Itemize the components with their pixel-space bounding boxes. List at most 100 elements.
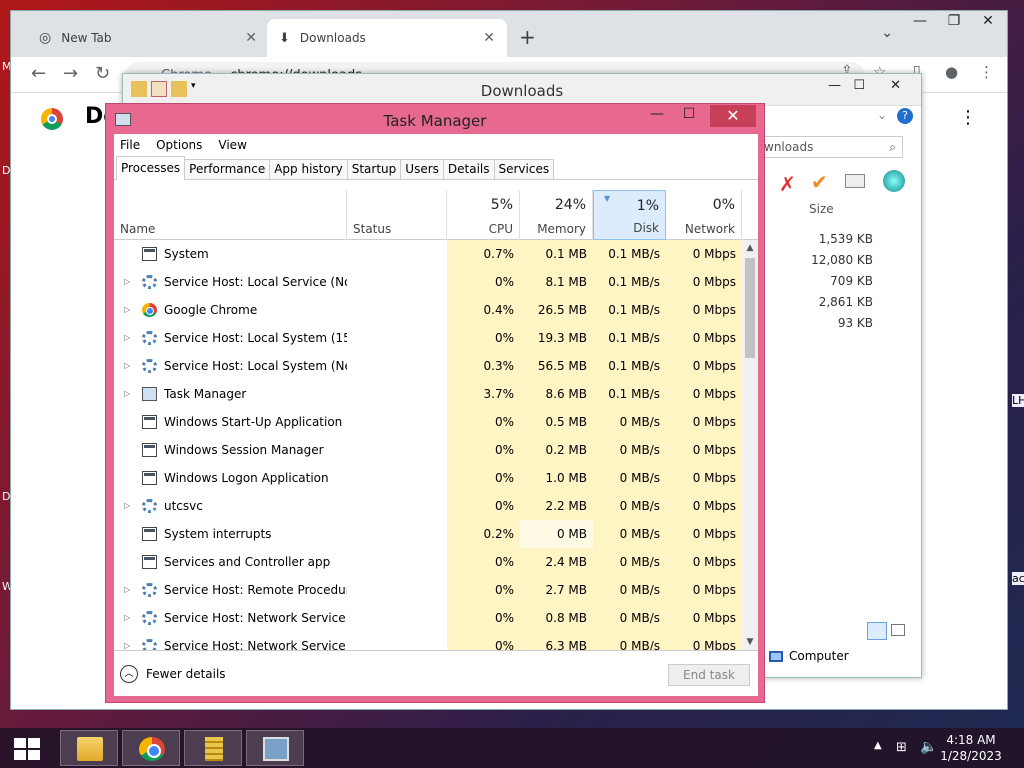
end-task-button[interactable]: End task [668, 664, 750, 686]
rename-icon[interactable] [845, 174, 865, 188]
table-row[interactable]: ▷ utcsvc 0% 2.2 MB 0 MB/s 0 Mbps [114, 492, 742, 520]
memory-cell: 0 MB [520, 520, 593, 548]
column-header-network[interactable]: 0% Network [666, 190, 742, 240]
nav-item-computer[interactable]: Computer [769, 649, 849, 663]
process-name-cell: Windows Start-Up Application [114, 408, 347, 436]
maximize-button[interactable]: ☐ [853, 78, 865, 93]
menu-options[interactable]: Options [156, 138, 202, 152]
globe-icon[interactable] [883, 170, 905, 192]
expand-arrow-icon[interactable]: ▷ [124, 296, 130, 324]
menu-file[interactable]: File [120, 138, 140, 152]
table-row[interactable]: ▷ Service Host: Local System (Net... 0.3%5… [114, 352, 742, 380]
close-button[interactable]: ✕ [710, 105, 756, 127]
tab-startup[interactable]: Startup [346, 159, 402, 179]
profile-icon[interactable]: ● [945, 63, 958, 81]
taskmanager-icon [142, 387, 157, 401]
tab-users[interactable]: Users [400, 159, 444, 179]
table-row[interactable]: System interrupts 0.2% 0 MB 0 MB/s 0 Mbps [114, 520, 742, 548]
forward-icon[interactable]: → [63, 63, 78, 84]
tab-new-tab[interactable]: ◎ New Tab ✕ [27, 19, 269, 57]
tab-details[interactable]: Details [442, 159, 495, 179]
tab-services[interactable]: Services [493, 159, 555, 179]
table-row[interactable]: Windows Session Manager 0% 0.2 MB 0 MB/s 0 M… [114, 436, 742, 464]
column-header-memory[interactable]: 24% Memory [520, 190, 593, 240]
tab-processes[interactable]: Processes [116, 156, 186, 180]
column-header-disk[interactable]: ▼ 1% Disk [593, 190, 666, 240]
maximize-button[interactable]: ☐ [674, 106, 704, 128]
check-icon[interactable]: ✔ [811, 170, 828, 194]
chevron-down-icon[interactable]: ⌄ [877, 108, 887, 122]
nav-item-label: Computer [789, 649, 849, 663]
details-view-icon[interactable] [867, 622, 887, 640]
fewer-details-button[interactable]: ︿ Fewer details [120, 665, 226, 683]
disk-cell: 0.1 MB/s [593, 296, 666, 324]
scroll-down-icon[interactable]: ▼ [742, 634, 758, 650]
tab-downloads[interactable]: ⬇ Downloads ✕ [267, 19, 507, 57]
column-header-cpu[interactable]: 5% CPU [447, 190, 520, 240]
expand-arrow-icon[interactable]: ▷ [124, 268, 130, 296]
expand-arrow-icon[interactable]: ▷ [124, 352, 130, 380]
vertical-scrollbar[interactable]: ▲ ▼ [742, 240, 758, 650]
expand-arrow-icon[interactable]: ▷ [124, 632, 130, 650]
network-cell: 0 Mbps [666, 604, 742, 632]
taskmanager-icon [263, 737, 289, 761]
table-row[interactable]: Services and Controller app 0% 2.4 MB 0 MB/… [114, 548, 742, 576]
menu-icon[interactable]: ⋮ [979, 63, 994, 81]
scroll-up-icon[interactable]: ▲ [742, 240, 758, 256]
maximize-button[interactable]: ❐ [937, 13, 971, 29]
table-row[interactable]: ▷ Service Host: Local Service (No ... 0% 8.… [114, 268, 742, 296]
table-row[interactable]: ▷ Service Host: Network Service (... 0% 0.8… [114, 604, 742, 632]
expand-arrow-icon[interactable]: ▷ [124, 576, 130, 604]
column-header-name[interactable]: Name [114, 190, 347, 240]
new-tab-button[interactable]: + [519, 25, 536, 49]
window-title: Downloads [480, 82, 564, 100]
disk-cell: 0 MB/s [593, 492, 666, 520]
menu-view[interactable]: View [218, 138, 246, 152]
process-name-cell: ▷ Service Host: Local Service (No ... [114, 268, 347, 296]
taskbar-chrome[interactable] [122, 730, 180, 766]
size-column-header[interactable]: Size [809, 202, 834, 216]
close-tab-icon[interactable]: ✕ [483, 30, 495, 46]
chevron-down-icon[interactable]: ⌄ [881, 25, 893, 41]
taskbar-file-explorer[interactable] [60, 730, 118, 766]
column-header-status[interactable]: Status [347, 190, 447, 240]
network-icon[interactable]: ⊞ [896, 740, 907, 755]
table-row[interactable]: ▷ Google Chrome 0.4% 26.5 MB 0.1 MB/s 0 Mbps [114, 296, 742, 324]
scroll-thumb[interactable] [745, 258, 755, 358]
delete-icon[interactable]: ✗ [779, 172, 796, 196]
table-row[interactable]: ▷ Service Host: Network Service (5) 0% 6.3 … [114, 632, 742, 650]
gear-icon [142, 359, 157, 373]
table-row[interactable]: System 0.7% 0.1 MB 0.1 MB/s 0 Mbps [114, 240, 742, 268]
tab-performance[interactable]: Performance [184, 159, 271, 179]
expand-arrow-icon[interactable]: ▷ [124, 380, 130, 408]
table-row[interactable]: Windows Logon Application 0% 1.0 MB 0 MB/s 0… [114, 464, 742, 492]
taskbar-archive[interactable] [184, 730, 242, 766]
table-row[interactable]: ▷ Task Manager 3.7% 8.6 MB 0.1 MB/s 0 Mbps [114, 380, 742, 408]
back-icon[interactable]: ← [31, 63, 46, 84]
volume-icon[interactable]: 🔈 [920, 739, 937, 755]
more-options-icon[interactable]: ⋮ [959, 107, 977, 128]
tab-app-history[interactable]: App history [269, 159, 348, 179]
reload-icon[interactable]: ↻ [95, 63, 110, 84]
expand-arrow-icon[interactable]: ▷ [124, 604, 130, 632]
help-icon[interactable]: ? [897, 108, 913, 124]
start-button[interactable] [14, 738, 40, 760]
minimize-button[interactable]: — [903, 13, 937, 29]
search-input[interactable]: wnloads ⌕ [759, 136, 903, 158]
clock[interactable]: 4:18 AM 1/28/2023 [936, 732, 1006, 764]
close-button[interactable]: ✕ [890, 78, 901, 93]
large-icons-view-icon[interactable] [891, 624, 905, 636]
table-row[interactable]: ▷ Service Host: Remote Procedure... 0%2.7 … [114, 576, 742, 604]
close-tab-icon[interactable]: ✕ [245, 30, 257, 46]
table-row[interactable]: Windows Start-Up Application 0% 0.5 MB 0 MB… [114, 408, 742, 436]
gear-icon [142, 499, 157, 513]
table-row[interactable]: ▷ Service Host: Local System (15) 0% 19.3 M… [114, 324, 742, 352]
explorer-titlebar: ▾ Downloads ☐ — ✕ [123, 74, 921, 106]
minimize-button[interactable]: — [828, 78, 841, 93]
taskbar-task-manager[interactable] [246, 730, 304, 766]
close-button[interactable]: ✕ [971, 13, 1005, 29]
expand-arrow-icon[interactable]: ▷ [124, 324, 130, 352]
expand-arrow-icon[interactable]: ▷ [124, 492, 130, 520]
show-hidden-icons-icon[interactable]: ▲ [874, 740, 882, 751]
minimize-button[interactable]: — [642, 106, 672, 128]
